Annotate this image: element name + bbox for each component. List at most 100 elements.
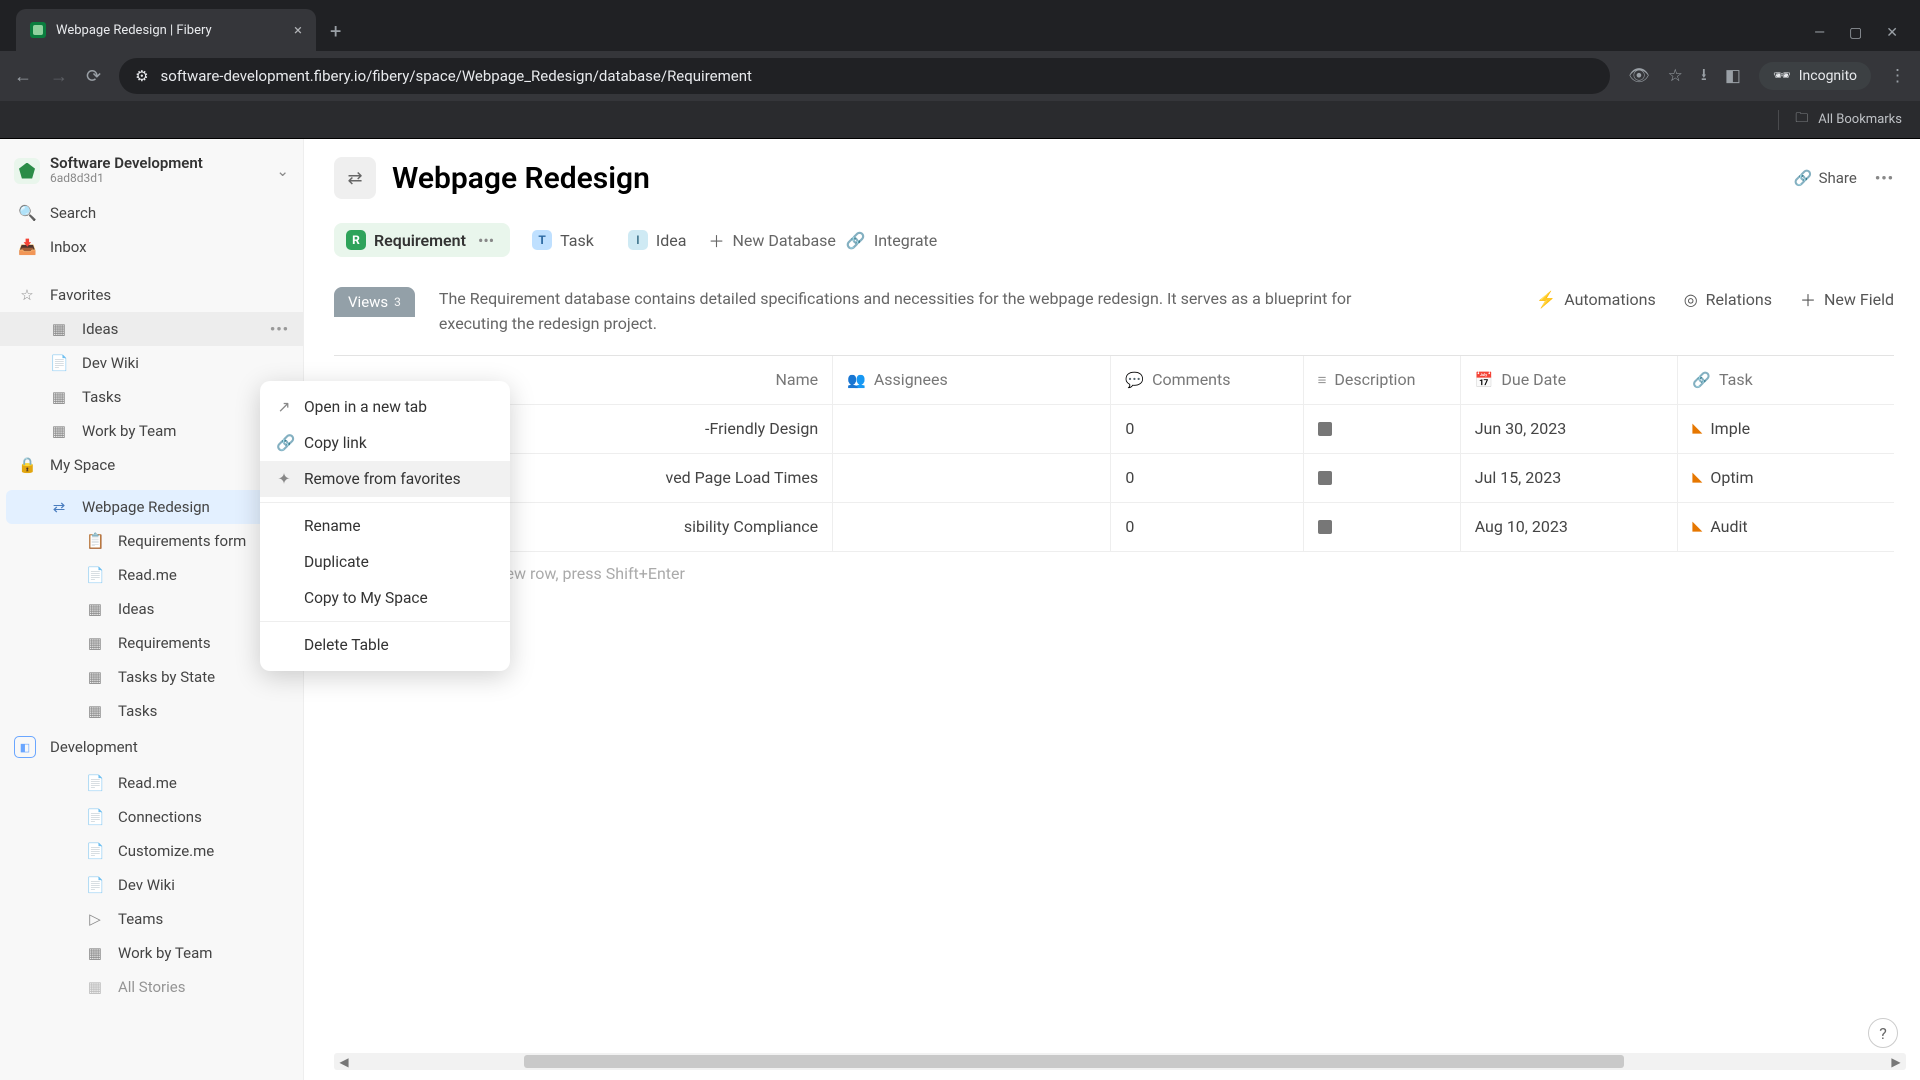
table-row[interactable]: -Friendly Design0Jun 30, 2023◣Imple: [334, 405, 1894, 454]
kebab-icon[interactable]: ⋮: [1889, 66, 1906, 86]
cell-comments[interactable]: 0: [1111, 405, 1303, 453]
horizontal-scrollbar[interactable]: ◀ ▶: [334, 1053, 1906, 1070]
ctx-open-new-tab[interactable]: ↗Open in a new tab: [260, 389, 510, 425]
grid-icon: ▦: [86, 702, 104, 720]
window-minimize-icon[interactable]: —: [1814, 25, 1825, 41]
ctx-duplicate[interactable]: Duplicate: [260, 544, 510, 580]
sidebar-dev-allstories[interactable]: ▦All Stories: [0, 970, 303, 1004]
cell-task[interactable]: ◣Optim: [1678, 454, 1894, 502]
cell-description[interactable]: [1304, 405, 1461, 453]
address-bar[interactable]: ⚙ software-development.fibery.io/fibery/…: [119, 58, 1610, 94]
cell-description[interactable]: [1304, 454, 1461, 502]
ctx-rename[interactable]: Rename: [260, 508, 510, 544]
cell-duedate[interactable]: Jun 30, 2023: [1461, 405, 1679, 453]
db-tab-task[interactable]: TTask: [520, 223, 606, 257]
sidebar-fav-ideas[interactable]: ▦Ideas•••: [0, 312, 303, 346]
sidebar-favorites-header[interactable]: ☆Favorites: [0, 278, 303, 312]
sidebar-dev-workbyteam[interactable]: ▦Work by Team: [0, 936, 303, 970]
db-tab-idea[interactable]: IIdea: [616, 223, 699, 257]
sidebar-fav-devwiki[interactable]: 📄Dev Wiki: [0, 346, 303, 380]
sidebar-item-tasksbystate[interactable]: ▦Tasks by State: [0, 660, 303, 694]
share-button[interactable]: 🔗Share: [1794, 169, 1857, 187]
grid-icon: ▦: [86, 668, 104, 686]
table-row[interactable]: ved Page Load Times0Jul 15, 2023◣Optim: [334, 454, 1894, 503]
ctx-remove-favorites[interactable]: ✦Remove from favorites: [260, 461, 510, 497]
more-icon[interactable]: •••: [270, 320, 289, 338]
col-duedate[interactable]: 📅Due Date: [1461, 356, 1679, 404]
sidebar-space-webpage[interactable]: ⇄Webpage Redesign: [6, 490, 297, 524]
browser-tab[interactable]: Webpage Redesign | Fibery ×: [16, 9, 316, 51]
page-more-icon[interactable]: •••: [1875, 169, 1894, 187]
sidebar-item-tasks[interactable]: ▦Tasks: [0, 694, 303, 728]
col-assignees[interactable]: 👥Assignees: [833, 356, 1111, 404]
sidebar-dev-connections[interactable]: 📄Connections: [0, 800, 303, 834]
sidebar-item-ideas[interactable]: ▦Ideas: [0, 592, 303, 626]
chip-more-icon[interactable]: •••: [474, 231, 498, 250]
sidebar-dev-readme[interactable]: 📄Read.me: [0, 766, 303, 800]
col-task[interactable]: 🔗Task: [1678, 356, 1894, 404]
cell-assignees[interactable]: [833, 405, 1111, 453]
reload-icon[interactable]: ⟳: [86, 66, 101, 87]
panel-icon[interactable]: ◧: [1725, 66, 1741, 86]
star-icon[interactable]: ☆: [1668, 66, 1683, 86]
cell-duedate[interactable]: Jul 15, 2023: [1461, 454, 1679, 502]
cell-comments[interactable]: 0: [1111, 454, 1303, 502]
site-settings-icon[interactable]: ⚙: [135, 67, 148, 85]
ctx-delete-table[interactable]: Delete Table: [260, 627, 510, 663]
back-icon[interactable]: ←: [14, 66, 32, 87]
sidebar-dev-customize[interactable]: 📄Customize.me: [0, 834, 303, 868]
sidebar-item-requirements[interactable]: ▦Requirements: [0, 626, 303, 660]
cell-description[interactable]: [1304, 503, 1461, 551]
task-chip-icon: T: [532, 230, 552, 250]
page-icon[interactable]: ⇄: [334, 157, 376, 199]
db-tab-requirement[interactable]: RRequirement•••: [334, 223, 510, 257]
sidebar-search[interactable]: 🔍Search: [0, 196, 303, 230]
window-close-icon[interactable]: ✕: [1886, 25, 1898, 41]
sidebar-inbox[interactable]: 📥Inbox: [0, 230, 303, 264]
new-tab-button[interactable]: +: [316, 19, 355, 51]
sidebar-fav-workbyteam[interactable]: ▦Work by Team: [0, 414, 303, 448]
ctx-copy-link[interactable]: 🔗Copy link: [260, 425, 510, 461]
incognito-badge[interactable]: 🕶 Incognito: [1759, 62, 1871, 90]
col-description[interactable]: ≡Description: [1304, 356, 1461, 404]
ctx-separator: [260, 621, 510, 622]
scroll-thumb[interactable]: [524, 1055, 1624, 1068]
window-maximize-icon[interactable]: ▢: [1849, 25, 1862, 41]
workspace-switcher[interactable]: Software Development 6ad8d3d1 ⌄: [0, 149, 303, 196]
sidebar-item-readme[interactable]: 📄Read.me: [0, 558, 303, 592]
new-field-button[interactable]: ＋New Field: [1800, 287, 1894, 311]
forward-icon[interactable]: →: [50, 66, 68, 87]
grid-icon: ▦: [86, 634, 104, 652]
idea-chip-icon: I: [628, 230, 648, 250]
cell-task[interactable]: ◣Imple: [1678, 405, 1894, 453]
sidebar-dev-teams[interactable]: ▷Teams: [0, 902, 303, 936]
sidebar-fav-tasks[interactable]: ▦Tasks: [0, 380, 303, 414]
sidebar-myspace[interactable]: 🔒My Space: [0, 448, 303, 482]
tab-close-icon[interactable]: ×: [294, 21, 302, 39]
relations-button[interactable]: ◎Relations: [1684, 290, 1772, 309]
cell-duedate[interactable]: Aug 10, 2023: [1461, 503, 1679, 551]
col-comments[interactable]: 💬Comments: [1111, 356, 1303, 404]
link-icon: 🔗: [276, 434, 292, 452]
new-row-hint[interactable]: a new row, press Shift+Enter: [334, 552, 1894, 595]
integrate-button[interactable]: 🔗Integrate: [846, 231, 937, 250]
cell-comments[interactable]: 0: [1111, 503, 1303, 551]
scroll-left-icon[interactable]: ◀: [334, 1055, 354, 1069]
download-icon[interactable]: ⭳: [1701, 62, 1707, 91]
sidebar-space-development[interactable]: ◧Development: [0, 728, 303, 766]
cell-assignees[interactable]: [833, 503, 1111, 551]
ctx-copy-to-myspace[interactable]: Copy to My Space: [260, 580, 510, 616]
external-icon: ↗: [276, 398, 292, 416]
cell-task[interactable]: ◣Audit: [1678, 503, 1894, 551]
sidebar-dev-wiki[interactable]: 📄Dev Wiki: [0, 868, 303, 902]
all-bookmarks-link[interactable]: All Bookmarks: [1818, 112, 1902, 127]
automations-button[interactable]: ⚡Automations: [1536, 290, 1655, 309]
views-button[interactable]: Views3: [334, 287, 415, 317]
table-row[interactable]: sibility Compliance0Aug 10, 2023◣Audit: [334, 503, 1894, 552]
cell-assignees[interactable]: [833, 454, 1111, 502]
scroll-right-icon[interactable]: ▶: [1886, 1055, 1906, 1069]
eye-off-icon[interactable]: 👁: [1628, 66, 1650, 86]
help-button[interactable]: ?: [1868, 1018, 1898, 1048]
new-database-button[interactable]: ＋New Database: [708, 228, 835, 252]
sidebar-item-reqform[interactable]: 📋Requirements form: [0, 524, 303, 558]
